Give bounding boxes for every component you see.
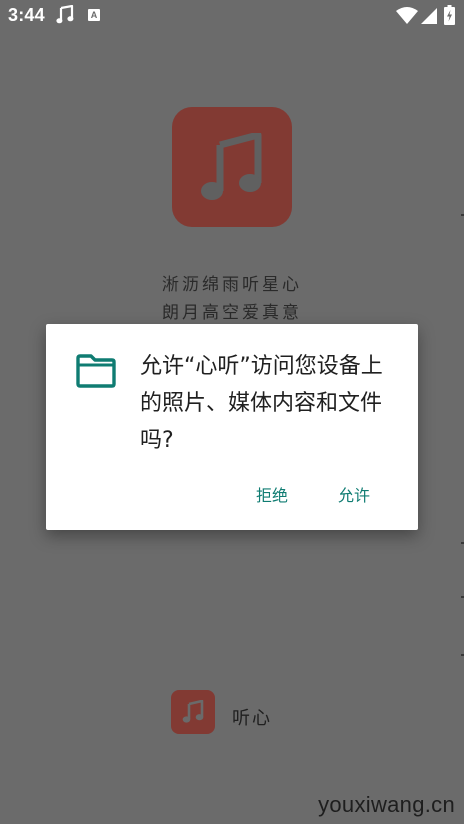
- footer-logo: [171, 690, 215, 734]
- music-note-icon: [56, 5, 74, 24]
- wifi-icon: [396, 7, 418, 24]
- watermark: youxiwang.cn: [318, 792, 455, 817]
- deny-button[interactable]: 拒绝: [256, 482, 288, 506]
- folder-icon: [76, 354, 116, 388]
- a-icon: A: [88, 9, 100, 21]
- slogan-line-1: 淅沥绵雨听星心: [162, 275, 302, 295]
- signal-icon: [421, 8, 437, 24]
- dialog-message: 允许“心听”访问您设备上的照片、媒体内容和文件吗?: [140, 354, 383, 453]
- app-logo: [172, 107, 292, 227]
- status-time: 3:44: [8, 5, 45, 25]
- allow-button[interactable]: 允许: [338, 482, 370, 506]
- permission-dialog: 允许“心听”访问您设备上的照片、媒体内容和文件吗? 拒绝 允许: [46, 324, 418, 530]
- music-note-icon: [201, 133, 262, 200]
- music-note-icon: [182, 700, 204, 723]
- footer-app-name: 听心: [232, 708, 272, 729]
- status-bar: 3:44 A: [0, 0, 464, 32]
- slogan-line-2: 朗月高空爱真意: [162, 303, 302, 323]
- battery-icon: [444, 5, 455, 25]
